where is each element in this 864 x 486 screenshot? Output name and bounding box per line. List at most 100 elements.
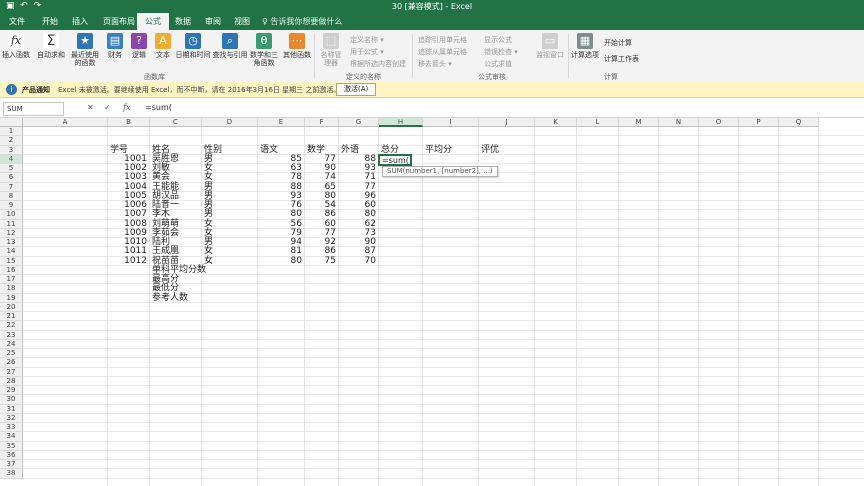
tab-insert[interactable]: 插入 [72,16,88,27]
column-header-k[interactable]: K [535,118,577,127]
autosum-button[interactable]: Σ 自动求和 [36,33,66,59]
row-header-36[interactable]: 36 [0,450,23,460]
header-cell-rating[interactable]: 评优 [481,145,499,155]
column-header-i[interactable]: I [423,118,479,127]
row-header-10[interactable]: 10 [0,210,23,220]
logical-button[interactable]: ? 逻辑 [128,33,150,59]
cancel-icon[interactable]: ✕ [87,103,94,112]
row-header-15[interactable]: 15 [0,256,23,266]
name-box[interactable]: SUM [3,102,64,116]
row-header-38[interactable]: 38 [0,469,23,479]
insert-function-icon[interactable]: fx [123,103,130,112]
check-icon[interactable]: ✓ [104,103,111,112]
row-header-35[interactable]: 35 [0,441,23,451]
student-id-cell[interactable]: 1012 [108,256,147,266]
row-header-4[interactable]: 4 [0,154,23,164]
column-header-m[interactable]: M [619,118,659,127]
column-header-q[interactable]: Q [779,118,819,127]
remove-arrows-button[interactable]: 移去箭头 ▾ [418,59,452,69]
watch-window-button[interactable]: ▭ 监视窗口 [534,33,566,59]
trace-dependents-button[interactable]: 追踪从属单元格 [418,47,467,57]
insert-function-button[interactable]: fx 插入函数 [2,33,30,59]
math-score-cell[interactable]: 75 [305,256,336,266]
tab-data[interactable]: 数据 [175,16,191,27]
column-header-p[interactable]: P [739,118,779,127]
row-header-33[interactable]: 33 [0,423,23,433]
name-manager-button[interactable]: ⬚ 名称管理器 [318,33,344,67]
row-header-6[interactable]: 6 [0,173,23,183]
row-header-3[interactable]: 3 [0,145,23,155]
row-header-8[interactable]: 8 [0,191,23,201]
row-header-17[interactable]: 17 [0,275,23,285]
row-header-11[interactable]: 11 [0,219,23,229]
column-header-e[interactable]: E [258,118,305,127]
calculate-sheet-button[interactable]: 计算工作表 [604,54,639,64]
row-header-29[interactable]: 29 [0,386,23,396]
row-header-13[interactable]: 13 [0,238,23,248]
row-header-24[interactable]: 24 [0,339,23,349]
column-header-j[interactable]: J [479,118,535,127]
row-header-9[interactable]: 9 [0,201,23,211]
tab-page-layout[interactable]: 页面布局 [103,16,135,27]
tab-view[interactable]: 视图 [234,16,250,27]
row-header-1[interactable]: 1 [0,127,23,137]
chinese-score-cell[interactable]: 80 [258,256,302,266]
trace-precedents-button[interactable]: 追踪引用单元格 [418,35,467,45]
error-checking-button[interactable]: 错误检查 ▾ [484,47,518,57]
tab-home[interactable]: 开始 [42,16,58,27]
column-header-l[interactable]: L [577,118,619,127]
create-from-selection-button[interactable]: 根据所选内容创建 [350,59,406,69]
column-header-g[interactable]: G [339,118,379,127]
calculation-options-button[interactable]: ▦ 计算选项 [570,33,600,59]
column-header-c[interactable]: C [150,118,202,127]
column-header-f[interactable]: F [305,118,339,127]
row-header-26[interactable]: 26 [0,358,23,368]
row-header-25[interactable]: 25 [0,349,23,359]
column-header-n[interactable]: N [659,118,699,127]
calculate-now-button[interactable]: 开始计算 [604,38,632,48]
header-cell-average[interactable]: 平均分 [425,145,452,155]
english-score-cell[interactable]: 70 [339,256,376,266]
financial-button[interactable]: ▤ 财务 [104,33,126,59]
row-header-32[interactable]: 32 [0,413,23,423]
row-header-31[interactable]: 31 [0,404,23,414]
row-header-27[interactable]: 27 [0,367,23,377]
row-header-22[interactable]: 22 [0,321,23,331]
column-header-d[interactable]: D [202,118,258,127]
column-header-a[interactable]: A [23,118,108,127]
column-header-b[interactable]: B [108,118,150,127]
row-header-16[interactable]: 16 [0,265,23,275]
row-header-20[interactable]: 20 [0,302,23,312]
column-header-h[interactable]: H [379,118,423,127]
row-header-30[interactable]: 30 [0,395,23,405]
row-header-37[interactable]: 37 [0,460,23,470]
activate-button[interactable]: 激活(A) [336,83,377,96]
row-header-21[interactable]: 21 [0,312,23,322]
recently-used-button[interactable]: ★ 最近使用的函数 [68,33,102,67]
tab-review[interactable]: 审阅 [205,16,221,27]
define-name-button[interactable]: 定义名称 ▾ [350,35,384,45]
row-header-14[interactable]: 14 [0,247,23,257]
text-button[interactable]: A 文本 [152,33,174,59]
column-header-o[interactable]: O [699,118,739,127]
row-header-5[interactable]: 5 [0,164,23,174]
tab-formulas[interactable]: 公式 [137,13,169,30]
active-cell-h4[interactable]: =sum( [378,153,412,166]
row-header-34[interactable]: 34 [0,432,23,442]
tab-file[interactable]: 文件 [9,16,25,27]
row-header-2[interactable]: 2 [0,136,23,146]
row-header-7[interactable]: 7 [0,182,23,192]
worksheet-grid[interactable]: A B C D E F G H I J K L M N O P Q 1 2 3 4 5 6 7 8 9 10 11 12 13 14 15 16… [0,118,864,486]
date-time-button[interactable]: ◷ 日期和时间 [174,33,212,59]
show-formulas-button[interactable]: 显示公式 [484,35,512,45]
math-trig-button[interactable]: θ 数学和三角函数 [248,33,280,67]
tell-me-search[interactable]: ♀ 告诉我你想要做什么 [262,16,342,27]
row-header-28[interactable]: 28 [0,376,23,386]
row-header-12[interactable]: 12 [0,228,23,238]
use-in-formula-button[interactable]: 用于公式 ▾ [350,47,384,57]
more-functions-button[interactable]: ⋯ 其他函数 [282,33,312,59]
row-header-18[interactable]: 18 [0,284,23,294]
select-all-corner[interactable] [0,118,23,127]
summary-label-cell[interactable]: 参考人数 [152,293,188,303]
row-header-23[interactable]: 23 [0,330,23,340]
